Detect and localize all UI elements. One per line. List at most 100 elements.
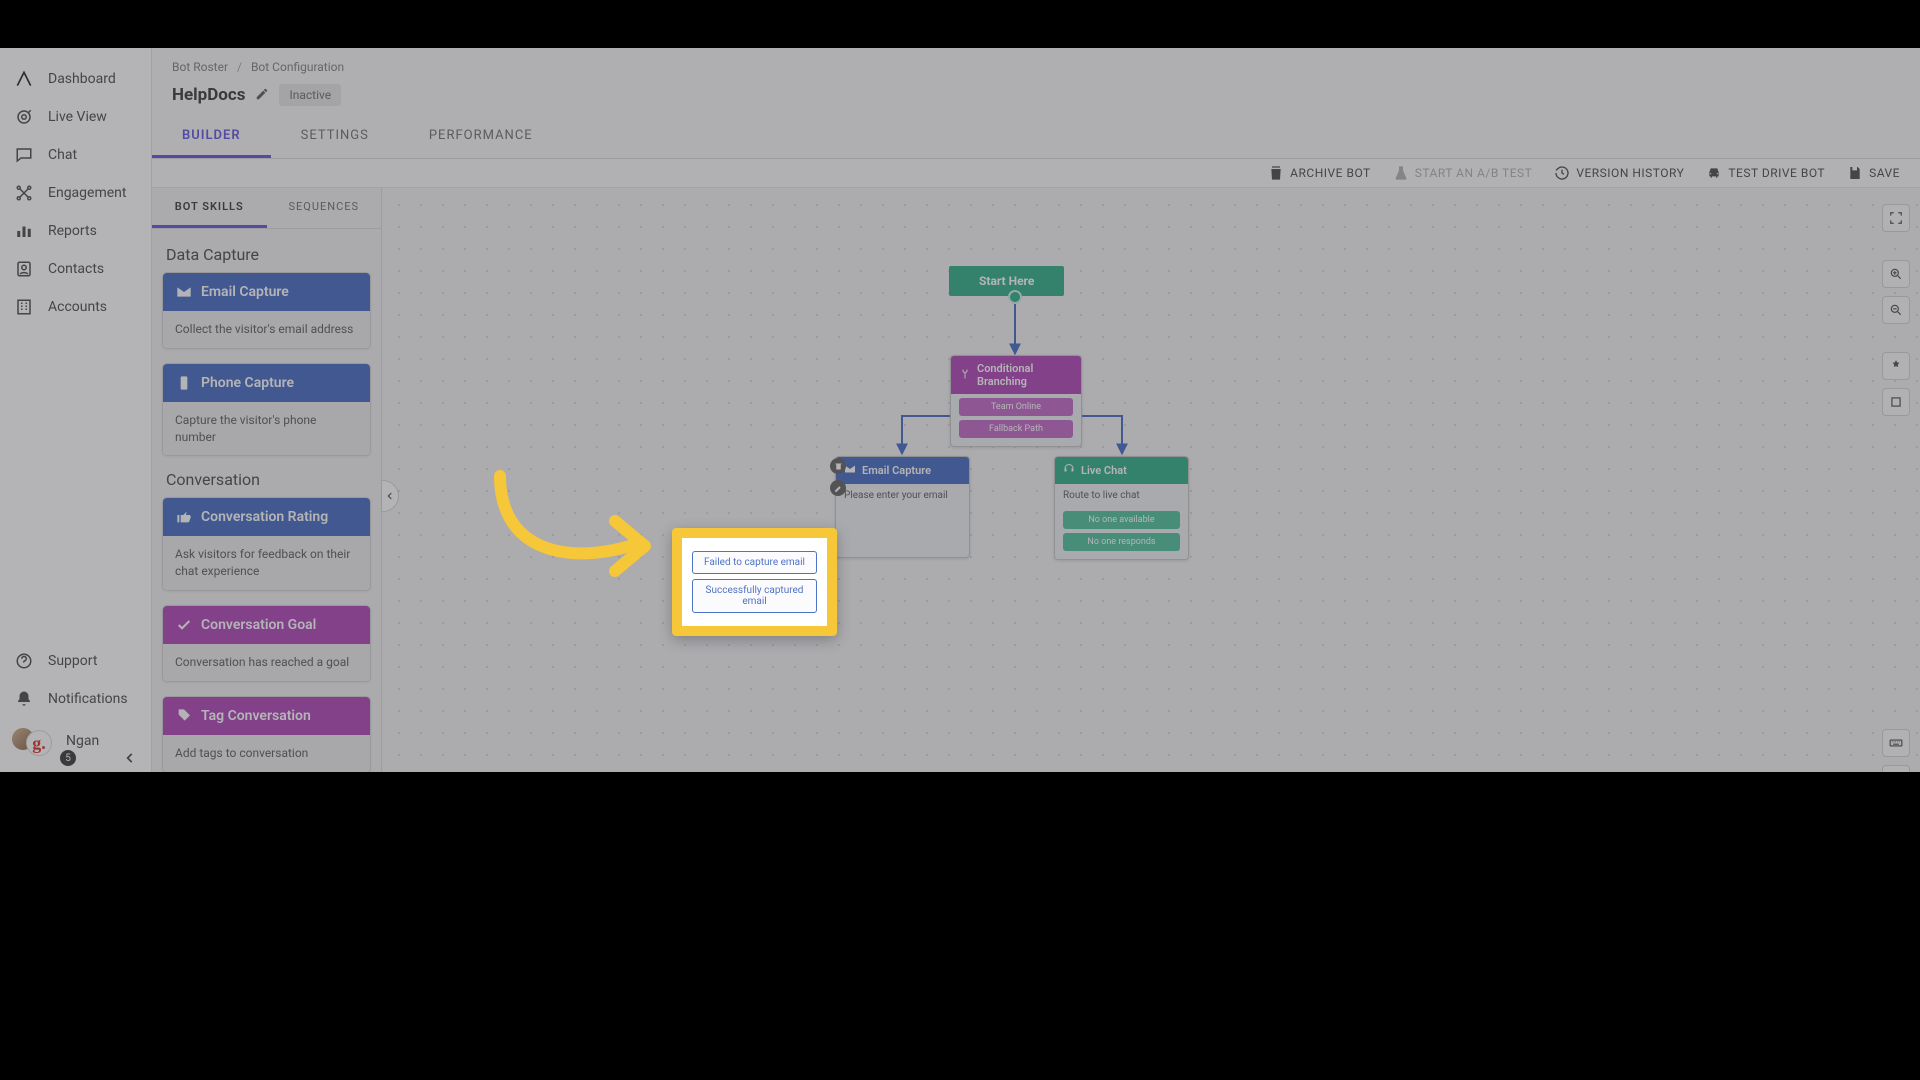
edit-title-button[interactable] — [255, 86, 269, 105]
chat-icon — [14, 145, 34, 165]
node-title: Email Capture — [862, 464, 931, 477]
tab-settings[interactable]: SETTINGS — [271, 116, 399, 158]
skill-desc: Collect the visitor's email address — [163, 311, 370, 348]
skill-conversation-rating[interactable]: Conversation Rating Ask visitors for fee… — [162, 497, 371, 591]
nav-label: Chat — [48, 147, 77, 163]
skill-tag-conversation[interactable]: Tag Conversation Add tags to conversatio… — [162, 696, 371, 772]
nav-dashboard-label: Dashboard — [48, 71, 116, 87]
action-label: START AN A/B TEST — [1415, 166, 1533, 180]
thumbs-icon — [175, 508, 193, 526]
skills-scroll[interactable]: Data Capture Email Capture Collect the v… — [152, 229, 381, 772]
node-prompt: Please enter your email — [836, 484, 969, 507]
highlight-pill: Successfully captured email — [692, 579, 817, 613]
skill-desc: Conversation has reached a goal — [163, 644, 370, 681]
primary-nav: Dashboard Live View Chat Engagement — [0, 48, 152, 772]
nav-label: Accounts — [48, 299, 107, 315]
nav-label: Engagement — [48, 185, 126, 201]
node-email-capture[interactable]: Email Capture Please enter your email — [835, 456, 970, 558]
node-title: Live Chat — [1081, 464, 1127, 477]
skill-desc: Capture the visitor's phone number — [163, 402, 370, 456]
skill-desc: Add tags to conversation — [163, 735, 370, 772]
test-drive-button[interactable]: TEST DRIVE BOT — [1706, 165, 1825, 181]
nav-reports[interactable]: Reports — [0, 212, 151, 250]
skills-panel: BOT SKILLS SEQUENCES Data Capture Email … — [152, 188, 382, 772]
node-live-chat[interactable]: Live Chat Route to live chat No one avai… — [1054, 456, 1189, 560]
phone-icon — [175, 374, 193, 392]
highlight-pill: Failed to capture email — [692, 551, 817, 574]
action-label: VERSION HISTORY — [1576, 166, 1684, 180]
skill-conversation-goal[interactable]: Conversation Goal Conversation has reach… — [162, 605, 371, 682]
nav-contacts[interactable]: Contacts — [0, 250, 151, 288]
fullscreen-button[interactable] — [1882, 765, 1910, 772]
canvas-bottom-tools — [1882, 729, 1910, 772]
nav-label: Support — [48, 653, 97, 669]
page-title: HelpDocs — [172, 85, 245, 105]
person-icon — [14, 259, 34, 279]
breadcrumb-root[interactable]: Bot Roster — [172, 60, 228, 74]
nav-accounts[interactable]: Accounts — [0, 288, 151, 326]
auto-layout-button[interactable] — [1882, 352, 1910, 380]
skill-title: Conversation Goal — [201, 617, 316, 633]
action-label: SAVE — [1869, 166, 1900, 180]
bell-icon — [14, 689, 34, 709]
tab-performance[interactable]: PERFORMANCE — [399, 116, 563, 158]
collapse-nav-button[interactable] — [118, 746, 142, 770]
skill-title: Phone Capture — [201, 375, 294, 391]
tab-sequences[interactable]: SEQUENCES — [267, 188, 382, 228]
skill-email-capture[interactable]: Email Capture Collect the visitor's emai… — [162, 272, 371, 349]
skill-phone-capture[interactable]: Phone Capture Capture the visitor's phon… — [162, 363, 371, 457]
start-connector[interactable] — [1008, 290, 1022, 304]
check-icon — [175, 616, 193, 634]
nav-live-view[interactable]: Live View — [0, 98, 151, 136]
livechat-option[interactable]: No one available — [1063, 511, 1180, 529]
skill-title: Tag Conversation — [201, 708, 311, 724]
logo-item[interactable]: Dashboard — [0, 60, 151, 98]
archive-bot-button[interactable]: ARCHIVE BOT — [1268, 165, 1371, 181]
breadcrumb-sep-icon: / — [237, 60, 242, 74]
node-prompt: Route to live chat — [1055, 484, 1188, 507]
save-button[interactable]: SAVE — [1847, 165, 1900, 181]
branch-option[interactable]: Team Online — [959, 398, 1073, 416]
node-conditional-branching[interactable]: Conditional Branching Team Online Fallba… — [950, 355, 1082, 447]
canvas-tools — [1882, 204, 1910, 416]
version-history-button[interactable]: VERSION HISTORY — [1554, 165, 1684, 181]
flow-canvas[interactable]: Start Here Conditional Branching Team On… — [382, 188, 1920, 772]
start-label: Start Here — [979, 274, 1034, 288]
zoom-in-button[interactable] — [1882, 260, 1910, 288]
skill-title: Conversation Rating — [201, 509, 328, 525]
keyboard-button[interactable] — [1882, 729, 1910, 757]
nav-label: Live View — [48, 109, 107, 125]
tab-builder[interactable]: BUILDER — [152, 116, 271, 158]
nav-chat[interactable]: Chat — [0, 136, 151, 174]
zoom-out-button[interactable] — [1882, 296, 1910, 324]
group-title: Conversation — [166, 470, 367, 489]
page-tabs: BUILDER SETTINGS PERFORMANCE — [152, 116, 1920, 159]
node-delete-button[interactable] — [830, 458, 846, 474]
nav-support[interactable]: Support — [0, 642, 151, 680]
network-icon — [14, 183, 34, 203]
building-icon — [14, 297, 34, 317]
highlight-callout: Failed to capture email Successfully cap… — [672, 528, 837, 636]
tab-bot-skills[interactable]: BOT SKILLS — [152, 188, 267, 228]
nav-notifications[interactable]: Notifications — [0, 680, 151, 718]
action-label: TEST DRIVE BOT — [1728, 166, 1825, 180]
eye-icon — [14, 107, 34, 127]
node-edit-button[interactable] — [830, 480, 846, 496]
branch-option[interactable]: Fallback Path — [959, 420, 1073, 438]
nav-engagement[interactable]: Engagement — [0, 174, 151, 212]
breadcrumb: Bot Roster / Bot Configuration — [152, 48, 1920, 74]
nav-label: Contacts — [48, 261, 104, 277]
group-title: Data Capture — [166, 245, 367, 264]
breadcrumb-current: Bot Configuration — [251, 60, 344, 74]
fit-view-button[interactable] — [1882, 204, 1910, 232]
action-bar: ARCHIVE BOT START AN A/B TEST VERSION HI… — [152, 159, 1920, 188]
nav-label: Notifications — [48, 691, 128, 707]
start-node[interactable]: Start Here — [949, 266, 1064, 296]
brand-logo-icon — [14, 69, 34, 89]
livechat-option[interactable]: No one responds — [1063, 533, 1180, 551]
grid-toggle-button[interactable] — [1882, 388, 1910, 416]
mail-icon — [175, 283, 193, 301]
ab-test-button: START AN A/B TEST — [1393, 165, 1533, 181]
branch-icon — [959, 368, 971, 383]
headset-icon — [1063, 463, 1075, 478]
